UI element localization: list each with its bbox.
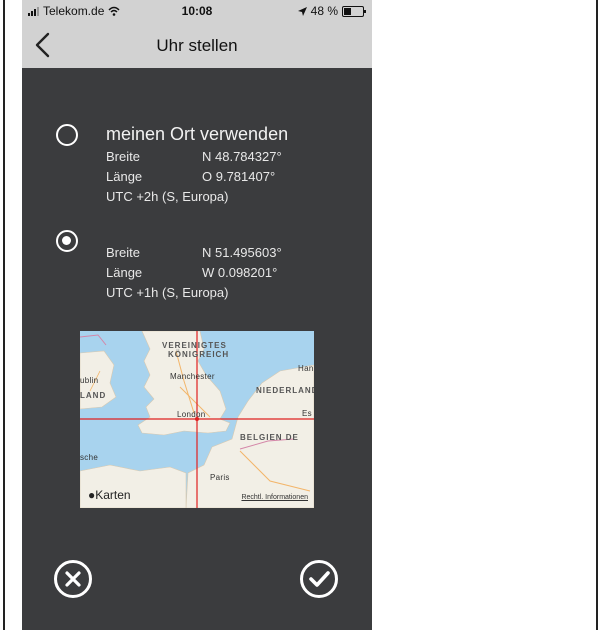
map-label-es: Es: [302, 409, 312, 418]
battery-percent: 48 %: [310, 4, 338, 18]
custom-timezone: UTC +1h (S, Europa): [106, 285, 229, 300]
page-title: Uhr stellen: [156, 36, 238, 55]
checkmark-icon: [309, 571, 330, 587]
map-label-uk-1: VEREINIGTES: [162, 341, 227, 350]
own-longitude-value: O 9.781407°: [202, 169, 276, 184]
custom-latitude-label: Breite: [106, 245, 140, 260]
cancel-button[interactable]: [54, 560, 92, 598]
map-label-sche: sche: [80, 453, 99, 462]
status-bar: Telekom.de 10:08 48 %: [22, 0, 372, 24]
map-label-niederland: NIEDERLAND: [256, 386, 314, 395]
own-longitude-label: Länge: [106, 169, 143, 184]
battery-icon: [342, 5, 366, 17]
own-location-title: meinen Ort verwenden: [106, 124, 289, 144]
frame-border-right: [596, 0, 598, 630]
map-label-han: Han: [298, 364, 314, 373]
top-bar: Telekom.de 10:08 48 % Uhr stellen: [22, 0, 372, 68]
location-map[interactable]: VEREINIGTES KÖNIGREICH Manchester ublin …: [80, 331, 314, 508]
map-label-belgien: BELGIEN DE: [240, 433, 299, 442]
map-label-manchester: Manchester: [170, 372, 215, 381]
navigation-bar: Uhr stellen: [22, 24, 372, 68]
close-icon: [65, 571, 81, 587]
map-brand-label: Karten: [95, 488, 131, 502]
map-label-paris: Paris: [210, 473, 230, 482]
location-arrow-icon: [297, 6, 307, 16]
custom-latitude-value: N 51.495603°: [202, 245, 282, 260]
custom-longitude-value: W 0.098201°: [202, 265, 278, 280]
radio-custom-location[interactable]: [56, 230, 78, 252]
own-latitude-label: Breite: [106, 149, 140, 164]
map-label-uk-2: KÖNIGREICH: [168, 350, 230, 359]
map-label-london: London: [177, 410, 206, 419]
phone-screen: Telekom.de 10:08 48 % Uhr stellen meinen…: [22, 0, 372, 630]
own-latitude-value: N 48.784327°: [202, 149, 282, 164]
map-brand: ●Karten: [88, 488, 131, 502]
custom-longitude-label: Länge: [106, 265, 143, 280]
status-right: 48 %: [297, 4, 366, 18]
map-legal-link[interactable]: Rechtl. Informationen: [241, 494, 308, 501]
frame-border-left: [3, 0, 5, 630]
own-timezone: UTC +2h (S, Europa): [106, 189, 229, 204]
confirm-button[interactable]: [300, 560, 338, 598]
map-label-land: LAND: [80, 391, 107, 400]
radio-own-location[interactable]: [56, 124, 78, 146]
radio-selected-dot: [62, 236, 71, 245]
map-label-dublin: ublin: [80, 376, 99, 385]
